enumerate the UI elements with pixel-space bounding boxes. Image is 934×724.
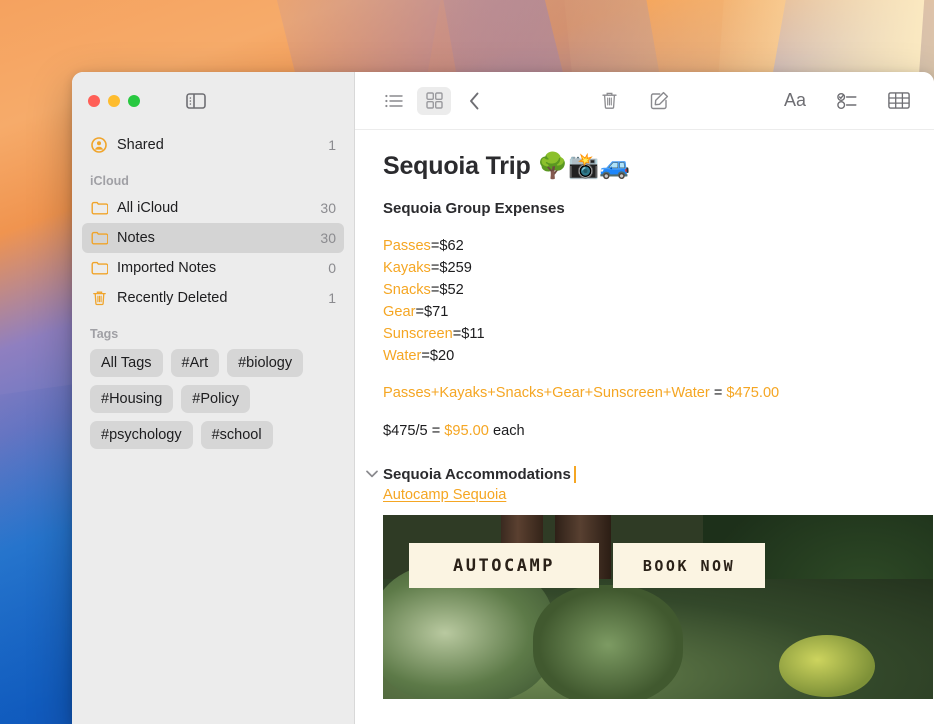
sidebar-item-all-icloud[interactable]: All iCloud 30 [82, 193, 344, 223]
tag-chip-psychology[interactable]: #psychology [90, 421, 193, 449]
gallery-view-icon[interactable] [417, 86, 451, 115]
trash-icon[interactable] [593, 87, 627, 115]
expense-row: Gear=$71 [383, 301, 934, 323]
expense-operator: =$ [430, 260, 448, 276]
sidebar-item-count: 1 [328, 290, 336, 306]
minimize-button[interactable] [108, 95, 120, 107]
expense-row: Kayaks=$259 [383, 257, 934, 279]
note-toolbar: Aa [355, 72, 934, 130]
expense-value: 259 [447, 260, 472, 276]
sidebar-section-tags: Tags [90, 327, 119, 341]
text-cursor [573, 465, 576, 483]
expense-variable: Snacks [383, 282, 431, 298]
tag-chip-biology[interactable]: #biology [227, 349, 304, 377]
sum-equals: = [709, 385, 727, 401]
expense-variable: Sunscreen [383, 326, 453, 342]
sidebar-item-count: 1 [328, 137, 336, 153]
folder-icon [90, 199, 108, 217]
expense-row: Water=$20 [383, 345, 934, 367]
per-person-equals: = [427, 423, 445, 439]
expense-variable: Water [383, 348, 422, 364]
tag-chip-housing[interactable]: #Housing [90, 385, 174, 413]
close-button[interactable] [88, 95, 100, 107]
expense-list: Passes=$62 Kayaks=$259 Snacks=$52 Gear=$… [383, 235, 934, 367]
per-person-result: $95.00 [444, 423, 489, 439]
link-preview-image[interactable]: AUTOCAMP BOOK NOW [383, 515, 933, 699]
shared-person-icon [90, 136, 108, 154]
sum-result: $475.00 [726, 385, 780, 401]
sidebar-toggle-icon[interactable] [185, 92, 207, 110]
sidebar-item-label: Shared [117, 137, 164, 153]
format-aa-label: Aa [783, 90, 807, 110]
window-titlebar [72, 72, 354, 130]
sidebar-item-count: 30 [320, 200, 336, 216]
note-hyperlink[interactable]: Autocamp Sequoia [383, 487, 506, 503]
expense-operator: =$ [421, 348, 439, 364]
expense-operator: =$ [430, 282, 448, 298]
sidebar-item-label: Recently Deleted [117, 290, 228, 306]
sidebar-item-label: Notes [117, 230, 155, 246]
tag-chip-school[interactable]: #school [200, 421, 273, 449]
note-subtitle: Sequoia Group Expenses [383, 200, 565, 217]
sidebar-item-label: Imported Notes [117, 260, 217, 276]
note-content[interactable]: Sequoia Trip 🌳📸🚙 Sequoia Group Expenses … [355, 130, 934, 724]
expense-value: 52 [447, 282, 464, 298]
tag-chip-all-tags[interactable]: All Tags [90, 349, 163, 377]
compose-icon[interactable] [643, 87, 677, 115]
sidebar-item-label: All iCloud [117, 200, 179, 216]
table-icon[interactable] [882, 87, 916, 115]
expense-variable: Kayaks [383, 260, 431, 276]
expense-variable: Gear [383, 304, 416, 320]
tag-list: All Tags #Art #biology #Housing #Policy … [82, 346, 344, 449]
expense-operator: =$ [452, 326, 470, 342]
collapsible-section-header[interactable]: Sequoia Accommodations [361, 465, 934, 483]
trash-icon [90, 289, 108, 307]
format-aa-icon[interactable]: Aa [778, 87, 812, 115]
sidebar-item-shared[interactable]: Shared 1 [82, 130, 344, 160]
folder-icon [90, 259, 108, 277]
sidebar-section-icloud: iCloud [90, 174, 129, 188]
sidebar-item-imported-notes[interactable]: Imported Notes 0 [82, 253, 344, 283]
preview-cta-banner[interactable]: BOOK NOW [613, 543, 765, 588]
notes-window: Shared 1 iCloud All iCloud 30 Notes 30 I… [72, 72, 934, 724]
expense-value: 71 [432, 304, 449, 320]
expense-value: 11 [469, 326, 485, 342]
tag-chip-policy[interactable]: #Policy [181, 385, 251, 413]
folder-icon [90, 229, 108, 247]
expense-value: 62 [447, 238, 464, 254]
expense-value: 20 [438, 348, 455, 364]
expense-row: Snacks=$52 [383, 279, 934, 301]
list-view-icon[interactable] [377, 87, 411, 115]
tag-chip-art[interactable]: #Art [170, 349, 220, 377]
sidebar: Shared 1 iCloud All iCloud 30 Notes 30 I… [72, 72, 355, 724]
expense-operator: =$ [430, 238, 448, 254]
expense-operator: =$ [415, 304, 433, 320]
sidebar-item-recently-deleted[interactable]: Recently Deleted 1 [82, 283, 344, 313]
sum-formula-row: Passes+Kayaks+Snacks+Gear+Sunscreen+Wate… [383, 385, 934, 401]
expense-row: Sunscreen=$11 [383, 323, 934, 345]
maximize-button[interactable] [128, 95, 140, 107]
note-title: Sequoia Trip 🌳📸🚙 [383, 152, 631, 180]
per-person-expression: $475/5 [383, 423, 428, 439]
chevron-down-icon[interactable] [361, 465, 383, 483]
sum-expression: Passes+Kayaks+Snacks+Gear+Sunscreen+Wate… [383, 385, 710, 401]
preview-foliage [779, 635, 875, 697]
section-heading: Sequoia Accommodations [383, 465, 571, 483]
preview-foliage [533, 585, 683, 699]
checklist-icon[interactable] [830, 87, 864, 115]
sidebar-item-count: 0 [328, 260, 336, 276]
back-chevron-icon[interactable] [457, 87, 491, 115]
per-person-suffix: each [488, 423, 525, 439]
expense-row: Passes=$62 [383, 235, 934, 257]
note-detail-pane: Aa Sequoia Trip 🌳📸🚙 Sequoia Group Expens… [355, 72, 934, 724]
per-person-row: $475/5 = $95.00 each [383, 423, 934, 439]
expense-variable: Passes [383, 238, 431, 254]
desktop-wallpaper: Shared 1 iCloud All iCloud 30 Notes 30 I… [0, 0, 934, 724]
sidebar-content: Shared 1 iCloud All iCloud 30 Notes 30 I… [72, 130, 354, 724]
sidebar-item-count: 30 [320, 230, 336, 246]
sidebar-item-notes[interactable]: Notes 30 [82, 223, 344, 253]
preview-brand-banner: AUTOCAMP [409, 543, 599, 588]
